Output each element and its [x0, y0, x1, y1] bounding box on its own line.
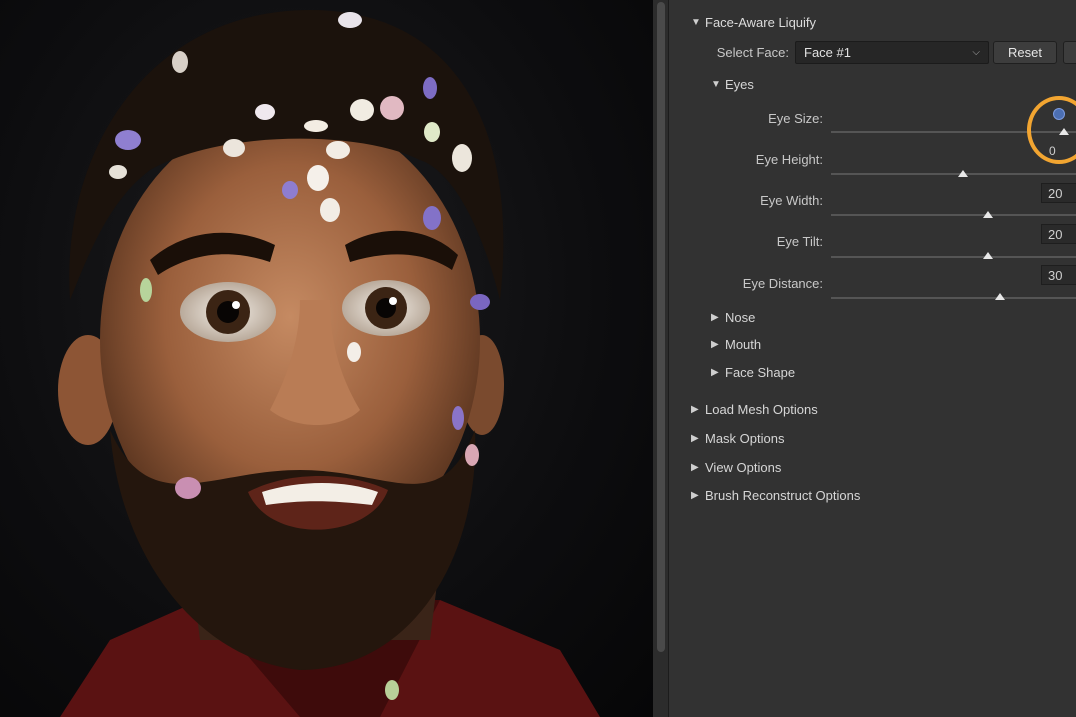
eye-distance-label: Eye Distance: — [742, 276, 823, 291]
section-view-options[interactable]: ▶ View Options — [691, 460, 781, 475]
mouth-label: Mouth — [725, 337, 762, 352]
brush-reconstruct-options-label: Brush Reconstruct Options — [705, 488, 861, 503]
eye-height-track[interactable] — [831, 173, 1076, 175]
subsection-mouth[interactable]: ▶ Mouth — [711, 337, 761, 352]
photo-canvas[interactable] — [0, 0, 653, 717]
load-mesh-options-label: Load Mesh Options — [705, 402, 818, 417]
eye-size-label: Eye Size: — [768, 111, 823, 126]
eye-width-value[interactable]: 20 — [1041, 183, 1076, 203]
select-face-dropdown[interactable]: Face #1 ⌵ — [795, 41, 989, 64]
select-face-value: Face #1 — [804, 45, 851, 60]
face-shape-label: Face Shape — [725, 365, 796, 380]
triangle-right-icon: ▶ — [711, 312, 719, 323]
triangle-right-icon: ▶ — [711, 339, 719, 350]
eye-distance-track[interactable] — [831, 297, 1076, 299]
eye-tilt-slider-thumb[interactable] — [982, 252, 993, 259]
section-mask-options[interactable]: ▶ Mask Options — [691, 431, 784, 446]
subsection-face-shape[interactable]: ▶ Face Shape — [711, 365, 795, 380]
portrait-image — [58, 10, 600, 717]
scrollbar-thumb[interactable] — [657, 2, 665, 652]
eye-width-slider-thumb[interactable] — [982, 211, 993, 218]
triangle-right-icon: ▶ — [711, 367, 719, 378]
eye-height-value[interactable]: 0 — [1049, 144, 1056, 158]
eyes-label: Eyes — [725, 77, 754, 92]
subsection-eyes[interactable]: ▼ Eyes — [711, 77, 754, 92]
view-options-label: View Options — [705, 460, 782, 475]
mask-options-label: Mask Options — [705, 431, 785, 446]
triangle-down-icon: ▼ — [711, 79, 721, 90]
nose-label: Nose — [725, 310, 756, 325]
triangle-down-icon: ▼ — [691, 17, 701, 28]
select-face-label: Select Face: — [716, 45, 789, 60]
liquify-panel: ▼ Face-Aware Liquify Select Face: Face #… — [669, 0, 1076, 717]
triangle-right-icon: ▶ — [691, 490, 699, 501]
subsection-nose[interactable]: ▶ Nose — [711, 310, 755, 325]
eye-width-label: Eye Width: — [760, 193, 823, 208]
eye-tilt-track[interactable] — [831, 256, 1076, 258]
eye-width-track[interactable] — [831, 214, 1076, 216]
eye-tilt-label: Eye Tilt: — [776, 234, 823, 249]
auxiliary-button[interactable] — [1063, 41, 1076, 64]
chevron-down-icon: ⌵ — [972, 47, 980, 58]
canvas-scrollbar[interactable] — [653, 0, 669, 717]
eye-height-label: Eye Height: — [755, 152, 823, 167]
section-brush-reconstruct-options[interactable]: ▶ Brush Reconstruct Options — [691, 488, 860, 503]
section-title: Face-Aware Liquify — [705, 15, 817, 30]
triangle-right-icon: ▶ — [691, 404, 699, 415]
eye-distance-slider-thumb[interactable] — [995, 293, 1006, 300]
section-face-aware-liquify[interactable]: ▼ Face-Aware Liquify — [691, 15, 816, 30]
triangle-right-icon: ▶ — [691, 462, 699, 473]
eye-distance-value[interactable]: 30 — [1041, 265, 1076, 285]
eye-tilt-value[interactable]: 20 — [1041, 224, 1076, 244]
section-load-mesh-options[interactable]: ▶ Load Mesh Options — [691, 402, 818, 417]
triangle-right-icon: ▶ — [691, 433, 699, 444]
eye-height-slider-thumb[interactable] — [958, 170, 969, 177]
reset-button[interactable]: Reset — [993, 41, 1057, 64]
